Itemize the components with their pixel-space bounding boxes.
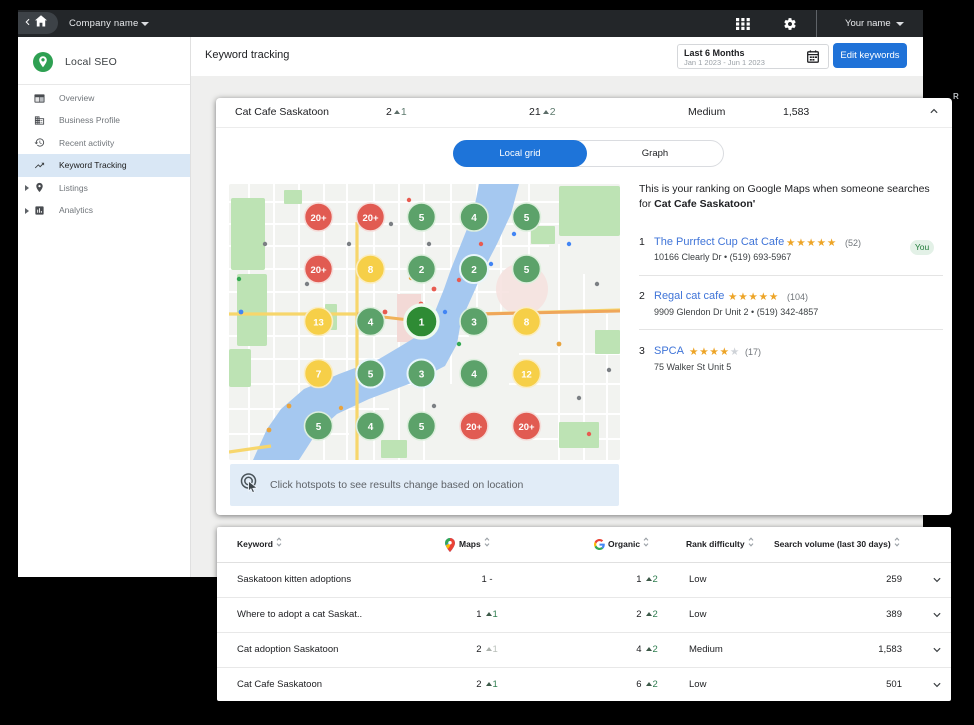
svg-text:20+: 20+: [362, 213, 379, 224]
svg-text:12: 12: [521, 369, 532, 380]
svg-text:5: 5: [316, 422, 322, 433]
svg-text:1: 1: [419, 317, 425, 329]
svg-text:8: 8: [524, 317, 530, 328]
svg-text:3: 3: [471, 317, 477, 328]
svg-text:3: 3: [419, 369, 425, 380]
svg-text:4: 4: [471, 213, 477, 224]
svg-text:20+: 20+: [310, 213, 327, 224]
svg-text:5: 5: [524, 265, 530, 276]
svg-text:20+: 20+: [310, 265, 327, 276]
svg-text:7: 7: [316, 369, 322, 380]
svg-text:5: 5: [524, 213, 530, 224]
svg-text:20+: 20+: [466, 422, 483, 433]
svg-text:5: 5: [368, 369, 374, 380]
svg-text:20+: 20+: [518, 422, 535, 433]
svg-text:8: 8: [368, 265, 374, 276]
svg-text:5: 5: [419, 213, 425, 224]
svg-text:2: 2: [419, 265, 425, 276]
svg-text:5: 5: [419, 422, 425, 433]
svg-text:4: 4: [368, 317, 374, 328]
svg-text:2: 2: [471, 265, 477, 276]
svg-text:4: 4: [471, 369, 477, 380]
svg-text:4: 4: [368, 422, 374, 433]
svg-text:13: 13: [313, 317, 324, 328]
